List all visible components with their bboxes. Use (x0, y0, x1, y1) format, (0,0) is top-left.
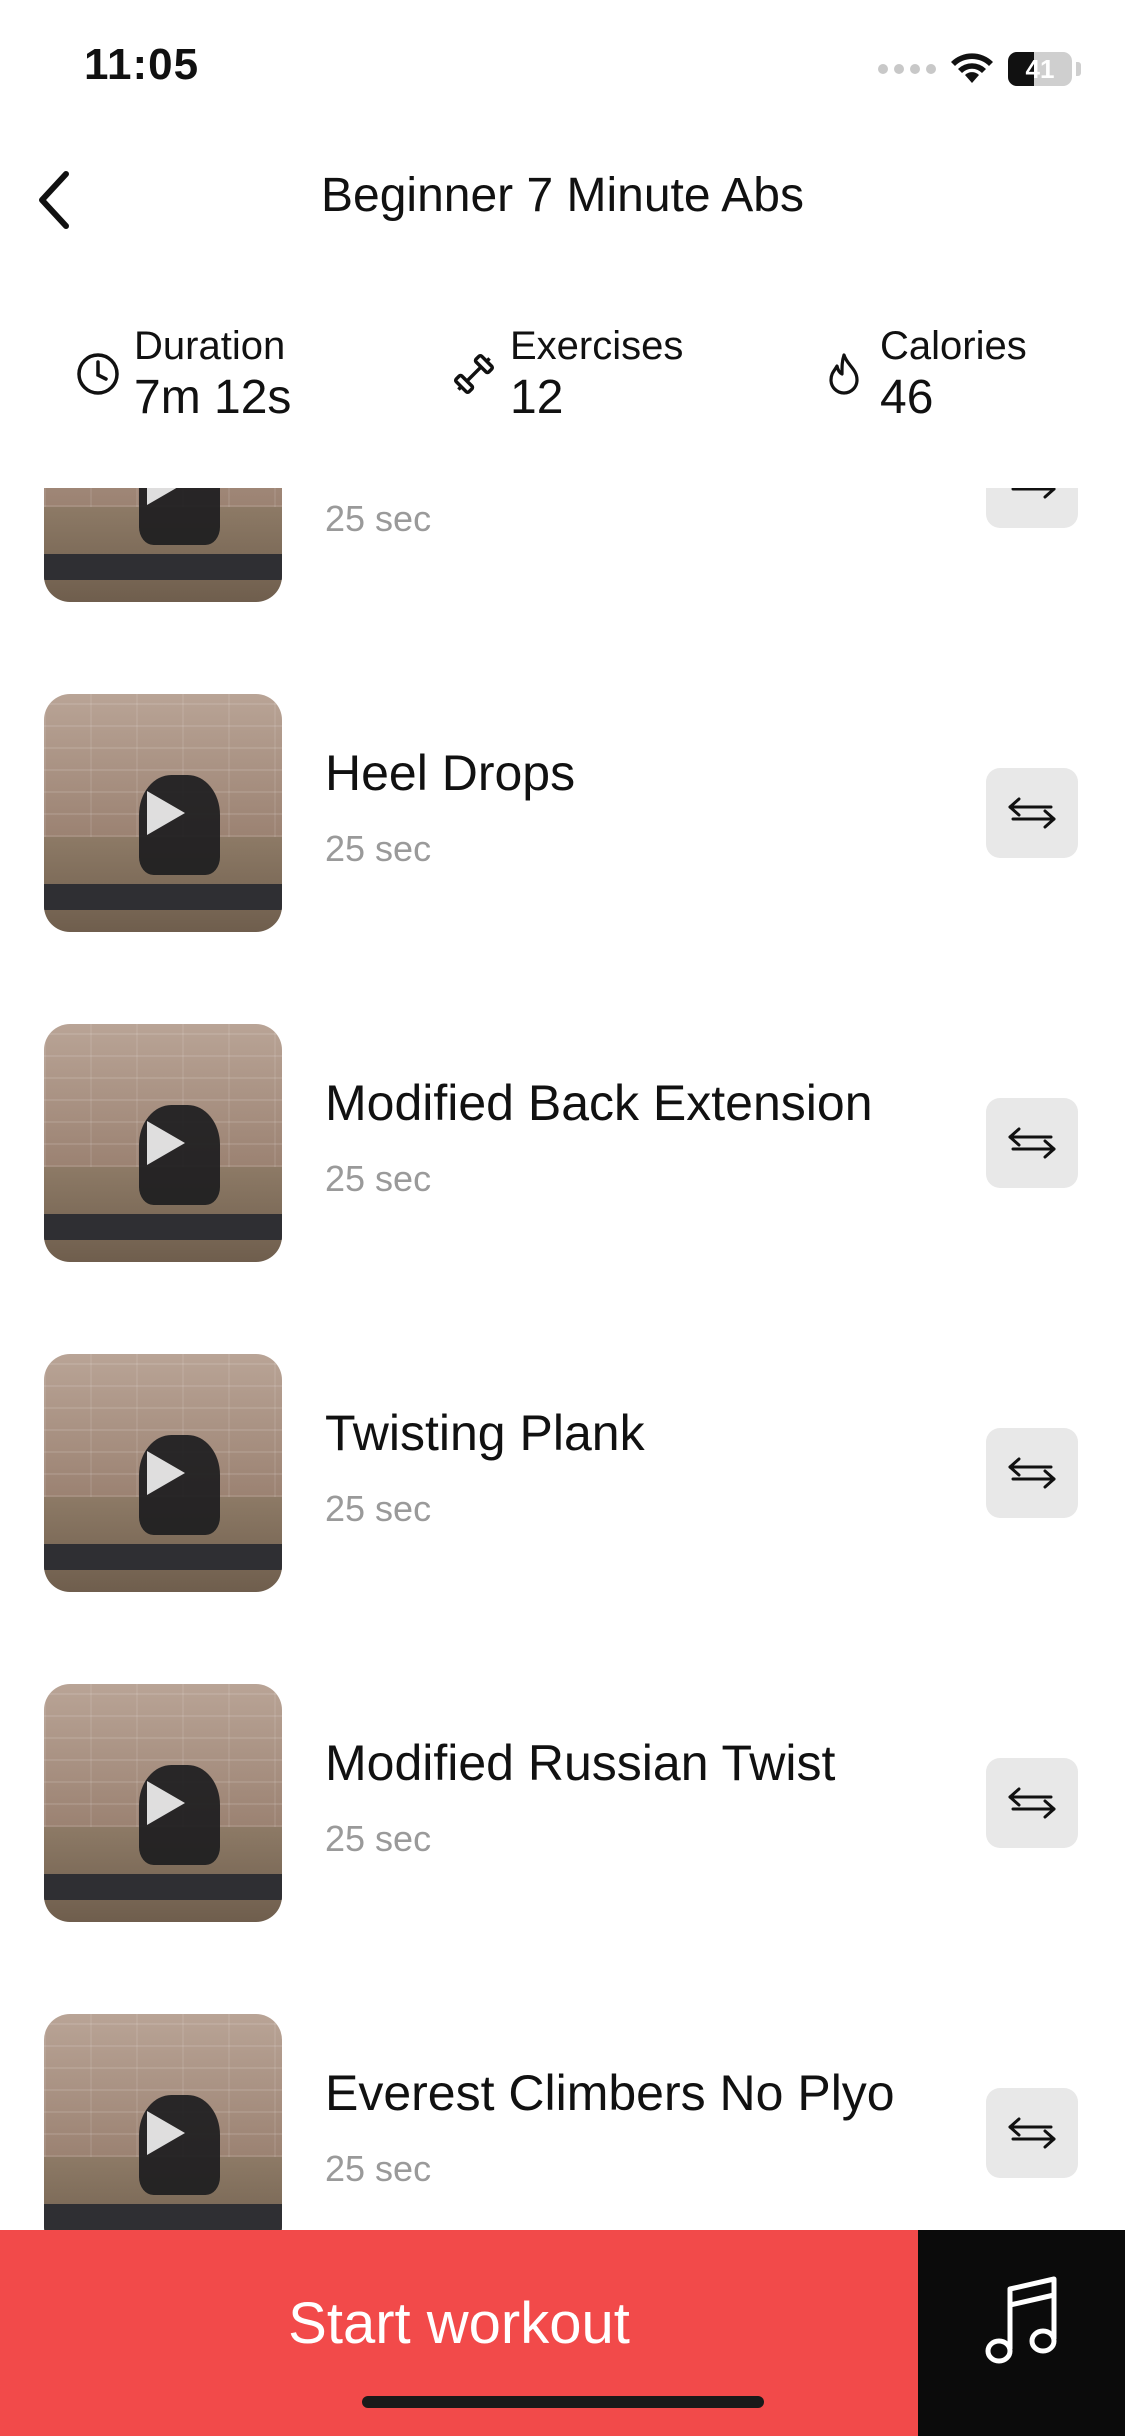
exercise-thumbnail[interactable] (44, 1354, 282, 1592)
exercise-row[interactable]: Modified Back Extension 25 sec (0, 986, 1125, 1316)
play-icon (147, 1451, 185, 1495)
exercise-duration: 25 sec (325, 498, 432, 539)
stat-calories-value: 46 (880, 371, 934, 424)
exercise-name: Modified Russian Twist (325, 1735, 836, 1791)
status-indicators: 41 (878, 44, 1081, 94)
exercise-row[interactable]: Modified Russian Twist 25 sec (0, 1646, 1125, 1976)
dumbbell-icon (448, 348, 500, 400)
swap-arrows-icon (1011, 488, 1056, 499)
swap-arrows-icon (1008, 2117, 1056, 2149)
exercise-row[interactable]: Heel Drops 25 sec (0, 656, 1125, 986)
exercise-list-content: 25 sec Heel Drops 25 sec Modified Back Exte… (0, 488, 1125, 2230)
battery-icon: 41 (1008, 52, 1072, 86)
exercise-duration: 25 sec (325, 1488, 432, 1529)
swap-arrows-icon (1008, 1457, 1056, 1489)
thumbnail-mat (44, 884, 282, 910)
status-bar: 11:05 41 (0, 0, 1125, 140)
exercise-name: Heel Drops (325, 745, 576, 801)
nav-bar: Beginner 7 Minute Abs (0, 140, 1125, 260)
exercise-duration: 25 sec (325, 1158, 432, 1199)
swap-exercise-button[interactable] (986, 1098, 1078, 1188)
exercise-duration: 25 sec (325, 1818, 432, 1859)
play-icon (147, 2111, 185, 2155)
exercise-name: Modified Back Extension (325, 1075, 873, 1131)
exercise-duration: 25 sec (325, 828, 432, 869)
stat-duration-value: 7m 12s (134, 371, 292, 424)
swap-exercise-button[interactable] (986, 1758, 1078, 1848)
stat-duration-label: Duration (134, 324, 286, 368)
stat-exercises-label: Exercises (510, 324, 684, 368)
exercise-thumbnail[interactable] (44, 2014, 282, 2230)
swap-exercise-button[interactable] (986, 1428, 1078, 1518)
music-note-icon (985, 2276, 1056, 2364)
exercise-row[interactable]: Twisting Plank 25 sec (0, 1316, 1125, 1646)
stat-calories-label: Calories (880, 324, 1027, 368)
exercise-thumbnail[interactable] (44, 488, 282, 602)
exercise-thumbnail[interactable] (44, 1024, 282, 1262)
thumbnail-mat (44, 1874, 282, 1900)
battery-percent: 41 (1025, 54, 1055, 84)
page-title: Beginner 7 Minute Abs (321, 169, 804, 222)
swap-exercise-button[interactable] (986, 2088, 1078, 2178)
exercise-row[interactable]: 25 sec (0, 488, 1125, 656)
play-icon (147, 1121, 185, 1165)
stat-calories: Calories 46 (818, 322, 1027, 426)
stat-exercises-value: 12 (510, 371, 564, 424)
swap-exercise-button[interactable] (986, 488, 1078, 528)
music-button[interactable] (918, 2230, 1125, 2436)
play-icon (147, 1781, 185, 1825)
exercise-duration: 25 sec (325, 2148, 432, 2189)
play-icon (147, 791, 185, 835)
swap-arrows-icon (1008, 1127, 1056, 1159)
workout-stats: Duration 7m 12s Exercises 12 Calories 46 (0, 300, 1125, 450)
stat-duration: Duration 7m 12s (72, 322, 291, 426)
exercise-name: Twisting Plank (325, 1405, 645, 1461)
home-indicator (362, 2396, 764, 2408)
clock-icon (72, 348, 124, 400)
thumbnail-mat (44, 554, 282, 580)
swap-arrows-icon (1008, 1787, 1056, 1819)
status-time: 11:05 (84, 40, 200, 89)
play-icon (147, 488, 185, 505)
exercise-thumbnail[interactable] (44, 694, 282, 932)
thumbnail-mat (44, 1214, 282, 1240)
stat-exercises: Exercises 12 (448, 322, 683, 426)
flame-icon (818, 348, 870, 400)
exercise-list[interactable]: 25 sec Heel Drops 25 sec Modified Back Exte… (0, 488, 1125, 2230)
exercise-name: Everest Climbers No Plyo (325, 2065, 895, 2121)
wifi-icon (951, 53, 993, 83)
swap-exercise-button[interactable] (986, 768, 1078, 858)
thumbnail-mat (44, 1544, 282, 1570)
swap-arrows-icon (1008, 797, 1056, 829)
thumbnail-mat (44, 2204, 282, 2230)
cellular-signal-icon (878, 64, 936, 74)
exercise-row[interactable]: Everest Climbers No Plyo 25 sec (0, 1976, 1125, 2230)
exercise-thumbnail[interactable] (44, 1684, 282, 1922)
battery-tip (1076, 62, 1081, 76)
